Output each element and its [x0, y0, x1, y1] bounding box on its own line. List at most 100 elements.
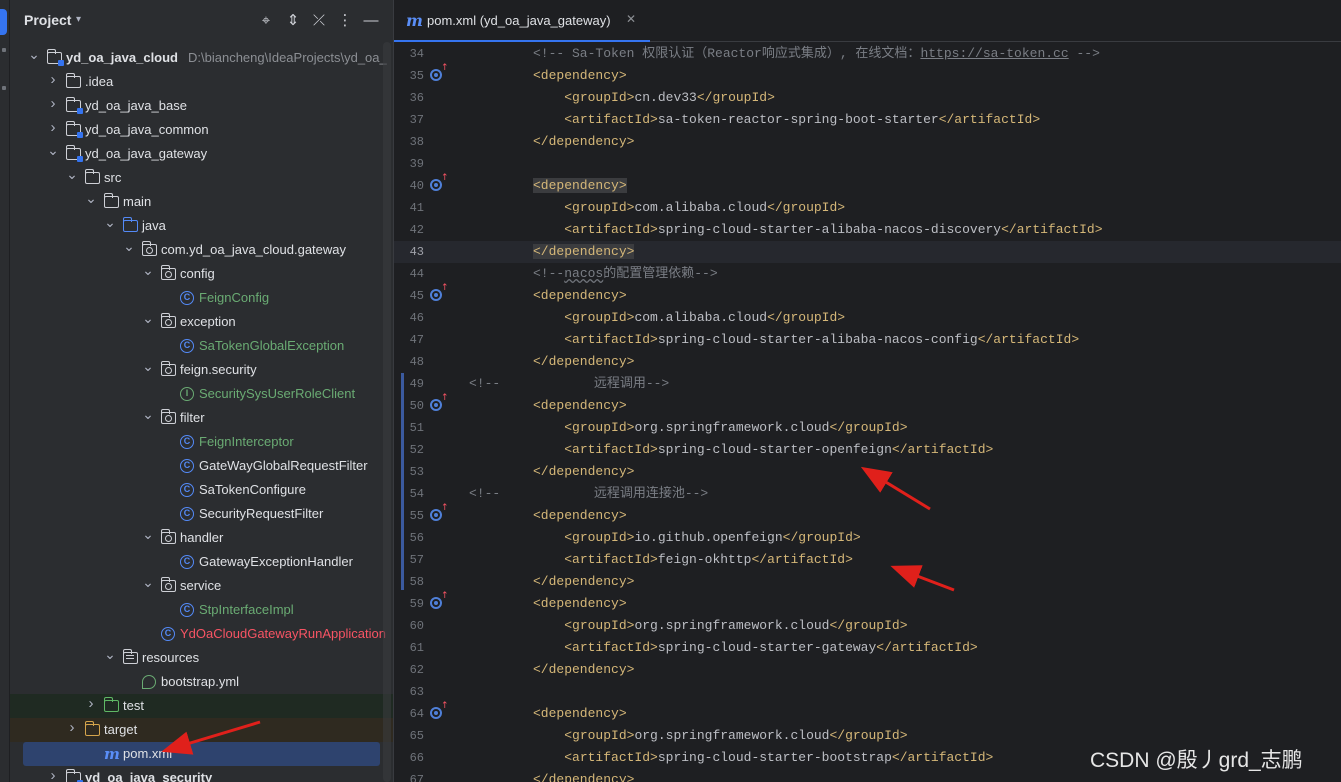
- code-line[interactable]: 38 </dependency>: [394, 131, 1341, 153]
- chevron-down-icon[interactable]: ⌄: [85, 191, 97, 205]
- code-line[interactable]: 37 <artifactId>sa-token-reactor-spring-b…: [394, 109, 1341, 131]
- code-line[interactable]: 50 <dependency>: [394, 393, 1341, 417]
- tree-item[interactable]: bootstrap.yml: [10, 670, 393, 694]
- code-line[interactable]: 43 </dependency>: [394, 241, 1341, 263]
- tree-item[interactable]: C StpInterfaceImpl: [10, 598, 393, 622]
- code-line[interactable]: 51 <groupId>org.springframework.cloud</g…: [394, 417, 1341, 439]
- chevron-down-icon[interactable]: ⌄: [28, 47, 40, 61]
- code-line[interactable]: 64 <dependency>: [394, 701, 1341, 725]
- chevron-down-icon[interactable]: ▾: [76, 14, 81, 25]
- tree-item[interactable]: C GatewayExceptionHandler: [10, 550, 393, 574]
- overrides-gutter-icon[interactable]: [430, 63, 449, 81]
- code-line[interactable]: 54 <!-- 远程调用连接池-->: [394, 483, 1341, 505]
- code-line[interactable]: 46 <groupId>com.alibaba.cloud</groupId>: [394, 307, 1341, 329]
- tree-item[interactable]: ⌄ yd_oa_java_cloud D:\biancheng\IdeaProjec…: [10, 46, 393, 70]
- chevron-down-icon[interactable]: ⌄: [142, 407, 154, 421]
- tree-item[interactable]: C SaTokenGlobalException: [10, 334, 393, 358]
- chevron-right-icon[interactable]: ›: [47, 768, 59, 782]
- chevron-down-icon[interactable]: ⌄: [142, 359, 154, 373]
- overrides-gutter-icon[interactable]: [430, 393, 449, 411]
- tree-item[interactable]: ⌄ main: [10, 190, 393, 214]
- code-line[interactable]: 61 <artifactId>spring-cloud-starter-gate…: [394, 637, 1341, 659]
- code-line[interactable]: 59 <dependency>: [394, 591, 1341, 615]
- tree-item[interactable]: C GateWayGlobalRequestFilter: [10, 454, 393, 478]
- overrides-gutter-icon[interactable]: [430, 591, 449, 609]
- tree-item[interactable]: ⌄ filter: [10, 406, 393, 430]
- tree-item[interactable]: C FeignConfig: [10, 286, 393, 310]
- tree-item[interactable]: › yd_oa_java_base: [10, 94, 393, 118]
- tree-item[interactable]: ⌄ exception: [10, 310, 393, 334]
- options-icon[interactable]: ⋮: [335, 11, 355, 31]
- tree-item[interactable]: m pom.xml: [23, 742, 380, 766]
- code-line[interactable]: 41 <groupId>com.alibaba.cloud</groupId>: [394, 197, 1341, 219]
- code-line[interactable]: 34 <!-- Sa-Token 权限认证（Reactor响应式集成）, 在线文档…: [394, 43, 1341, 65]
- tree-item[interactable]: ⌄ feign.security: [10, 358, 393, 382]
- code-editor[interactable]: 34 <!-- Sa-Token 权限认证（Reactor响应式集成）, 在线文档…: [394, 43, 1341, 782]
- overrides-gutter-icon[interactable]: [430, 283, 449, 301]
- code-line[interactable]: 55 <dependency>: [394, 503, 1341, 527]
- tree-item[interactable]: ⌄ src: [10, 166, 393, 190]
- tree-item[interactable]: › target: [10, 718, 393, 742]
- chevron-down-icon[interactable]: ⌄: [142, 527, 154, 541]
- chevron-down-icon[interactable]: ⌄: [123, 239, 135, 253]
- chevron-right-icon[interactable]: ›: [47, 72, 59, 87]
- code-line[interactable]: 39: [394, 153, 1341, 175]
- overrides-gutter-icon[interactable]: [430, 173, 449, 191]
- overrides-gutter-icon[interactable]: [430, 503, 449, 521]
- tree-item[interactable]: ⌄ service: [10, 574, 393, 598]
- chevron-down-icon[interactable]: ⌄: [142, 263, 154, 277]
- project-panel-title[interactable]: Project: [24, 12, 71, 28]
- tree-item[interactable]: › yd_oa_java_security: [10, 766, 393, 782]
- tree-item[interactable]: I SecuritySysUserRoleClient: [10, 382, 393, 406]
- code-line[interactable]: 48 </dependency>: [394, 351, 1341, 373]
- project-tool-button[interactable]: [0, 9, 7, 35]
- hide-icon[interactable]: —: [361, 11, 381, 31]
- code-line[interactable]: 62 </dependency>: [394, 659, 1341, 681]
- chevron-right-icon[interactable]: ›: [47, 120, 59, 135]
- tree-item[interactable]: ⌄ resources: [10, 646, 393, 670]
- expand-all-icon[interactable]: ⇕: [283, 11, 303, 31]
- tree-item[interactable]: ⌄ yd_oa_java_gateway: [10, 142, 393, 166]
- tree-item[interactable]: C SecurityRequestFilter: [10, 502, 393, 526]
- tab-pom-xml[interactable]: m pom.xml (yd_oa_java_gateway) ✕: [394, 0, 650, 42]
- code-line[interactable]: 58 </dependency>: [394, 571, 1341, 593]
- code-line[interactable]: 52 <artifactId>spring-cloud-starter-open…: [394, 439, 1341, 461]
- chevron-down-icon[interactable]: ⌄: [104, 647, 116, 661]
- chevron-down-icon[interactable]: ⌄: [142, 575, 154, 589]
- tree-item[interactable]: C YdOaCloudGatewayRunApplication: [10, 622, 393, 646]
- chevron-down-icon[interactable]: ⌄: [142, 311, 154, 325]
- code-line[interactable]: 56 <groupId>io.github.openfeign</groupId…: [394, 527, 1341, 549]
- collapse-all-icon[interactable]: ⤫: [309, 11, 329, 31]
- chevron-right-icon[interactable]: ›: [85, 696, 97, 711]
- code-line[interactable]: 60 <groupId>org.springframework.cloud</g…: [394, 615, 1341, 637]
- code-line[interactable]: 49 <!-- 远程调用-->: [394, 373, 1341, 395]
- code-line[interactable]: 44 <!--nacos的配置管理依赖-->: [394, 263, 1341, 285]
- code-line[interactable]: 47 <artifactId>spring-cloud-starter-alib…: [394, 329, 1341, 351]
- code-line[interactable]: 36 <groupId>cn.dev33</groupId>: [394, 87, 1341, 109]
- chevron-down-icon[interactable]: ⌄: [66, 167, 78, 181]
- chevron-down-icon[interactable]: ⌄: [104, 215, 116, 229]
- overrides-gutter-icon[interactable]: [430, 701, 449, 719]
- code-line[interactable]: 45 <dependency>: [394, 283, 1341, 307]
- close-icon[interactable]: ✕: [626, 12, 636, 26]
- tree-item[interactable]: C FeignInterceptor: [10, 430, 393, 454]
- locate-icon[interactable]: ⌖: [256, 11, 276, 31]
- tree-item[interactable]: › .idea: [10, 70, 393, 94]
- code-line[interactable]: 53 </dependency>: [394, 461, 1341, 483]
- code-line[interactable]: 63: [394, 681, 1341, 703]
- tree-item[interactable]: C SaTokenConfigure: [10, 478, 393, 502]
- code-line[interactable]: 40 <dependency>: [394, 173, 1341, 197]
- tree-item[interactable]: ⌄ config: [10, 262, 393, 286]
- code-line[interactable]: 57 <artifactId>feign-okhttp</artifactId>: [394, 549, 1341, 571]
- code-line[interactable]: 42 <artifactId>spring-cloud-starter-alib…: [394, 219, 1341, 241]
- tree-item[interactable]: ⌄ com.yd_oa_java_cloud.gateway: [10, 238, 393, 262]
- tree-item[interactable]: › yd_oa_java_common: [10, 118, 393, 142]
- chevron-down-icon[interactable]: ⌄: [47, 143, 59, 157]
- code-line[interactable]: 35 <dependency>: [394, 63, 1341, 87]
- chevron-right-icon[interactable]: ›: [47, 96, 59, 111]
- tree-item[interactable]: › test: [10, 694, 393, 718]
- project-scrollbar[interactable]: [383, 42, 391, 782]
- tree-item[interactable]: ⌄ handler: [10, 526, 393, 550]
- chevron-right-icon[interactable]: ›: [66, 720, 78, 735]
- tree-item[interactable]: ⌄ java: [10, 214, 393, 238]
